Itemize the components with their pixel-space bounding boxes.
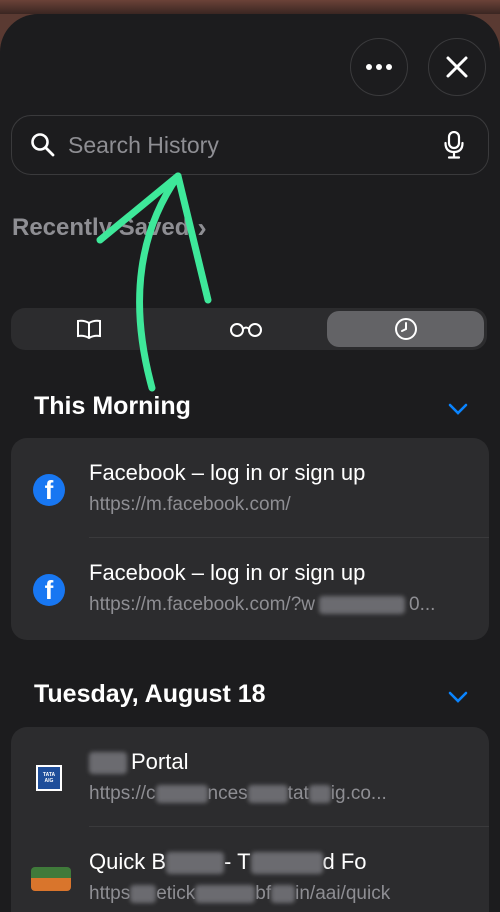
redacted-text [247, 784, 288, 803]
favicon-badge-text: TATA AIG [42, 772, 56, 784]
redacted-text [166, 852, 225, 875]
chevron-down-icon[interactable] [448, 402, 468, 416]
title-part: - T [224, 849, 251, 874]
history-sheet: Search History Recently Saved › This Mor… [0, 14, 500, 912]
history-row-url: https etick bf in/aai/quick [89, 883, 390, 905]
history-row[interactable]: TATA AIG Portal https://c nces tat ig.co... [11, 727, 489, 827]
bookmarks-icon [77, 319, 102, 339]
history-row[interactable]: f Facebook – log in or sign up https://m… [11, 538, 489, 638]
url-part: https://m.facebook.com/?w [89, 594, 315, 615]
redacted-text [89, 752, 127, 775]
microphone-icon[interactable] [444, 131, 464, 159]
facebook-icon: f [33, 574, 65, 606]
redacted-text [155, 784, 208, 803]
title-part: d Fo [322, 849, 367, 874]
history-list-tuesday: TATA AIG Portal https://c nces tat ig.co...… [11, 727, 489, 912]
tab-bookmarks[interactable] [11, 308, 168, 350]
chevron-down-icon[interactable] [448, 690, 468, 704]
redacted-text [250, 852, 323, 875]
tata-aig-icon: TATA AIG [36, 765, 62, 791]
site-favicon [31, 867, 71, 891]
url-part: etick [156, 883, 196, 904]
history-row-title: Facebook – log in or sign up [89, 560, 366, 585]
history-list-this-morning: f Facebook – log in or sign up https://m… [11, 438, 489, 640]
history-row-url: https://c nces tat ig.co... [89, 783, 387, 805]
url-part: in/aai/quick [295, 883, 391, 904]
history-row[interactable]: Quick B - T d Fo https etick bf in/aai/quick [11, 827, 489, 912]
url-part: 0... [409, 594, 436, 615]
search-input[interactable]: Search History [68, 132, 219, 159]
ellipsis-icon [366, 64, 392, 70]
url-part: tat [287, 783, 309, 804]
close-button[interactable] [428, 38, 486, 96]
background-strip [0, 0, 500, 14]
close-icon [446, 56, 468, 78]
history-icon [394, 318, 417, 340]
redacted-text [271, 884, 296, 903]
url-part: bf [255, 883, 272, 904]
url-part: ig.co... [330, 783, 387, 804]
url-part: https://c [89, 783, 156, 804]
section-title-this-morning: This Morning [34, 392, 191, 420]
redacted-text [308, 784, 331, 803]
library-segmented-control [11, 308, 487, 350]
history-row-url: https://m.facebook.com/ [89, 494, 291, 515]
title-part: Quick B [89, 849, 167, 874]
url-part: https [89, 883, 131, 904]
history-row-title: Quick B - T d Fo [89, 849, 367, 875]
section-title-tuesday: Tuesday, August 18 [34, 680, 266, 708]
facebook-icon: f [33, 474, 65, 506]
reading-list-icon [230, 323, 262, 337]
search-history-field[interactable]: Search History [11, 115, 489, 175]
more-button[interactable] [350, 38, 408, 96]
recently-saved-label: Recently Saved [12, 214, 190, 241]
redacted-text [195, 884, 256, 903]
recently-saved-link[interactable]: Recently Saved › [12, 212, 207, 244]
history-row-title: Portal [89, 749, 188, 775]
title-part: Portal [131, 749, 189, 774]
history-row-url: https://m.facebook.com/?w 0... [89, 594, 435, 616]
url-part: nces [207, 783, 248, 804]
tab-reading-list[interactable] [168, 308, 325, 350]
chevron-right-icon: › [197, 212, 207, 243]
history-row-title: Facebook – log in or sign up [89, 460, 366, 485]
tab-history[interactable] [327, 311, 485, 347]
history-row[interactable]: f Facebook – log in or sign up https://m… [11, 438, 489, 538]
redacted-text [130, 884, 157, 903]
redacted-text [319, 595, 405, 614]
search-icon [31, 133, 55, 157]
